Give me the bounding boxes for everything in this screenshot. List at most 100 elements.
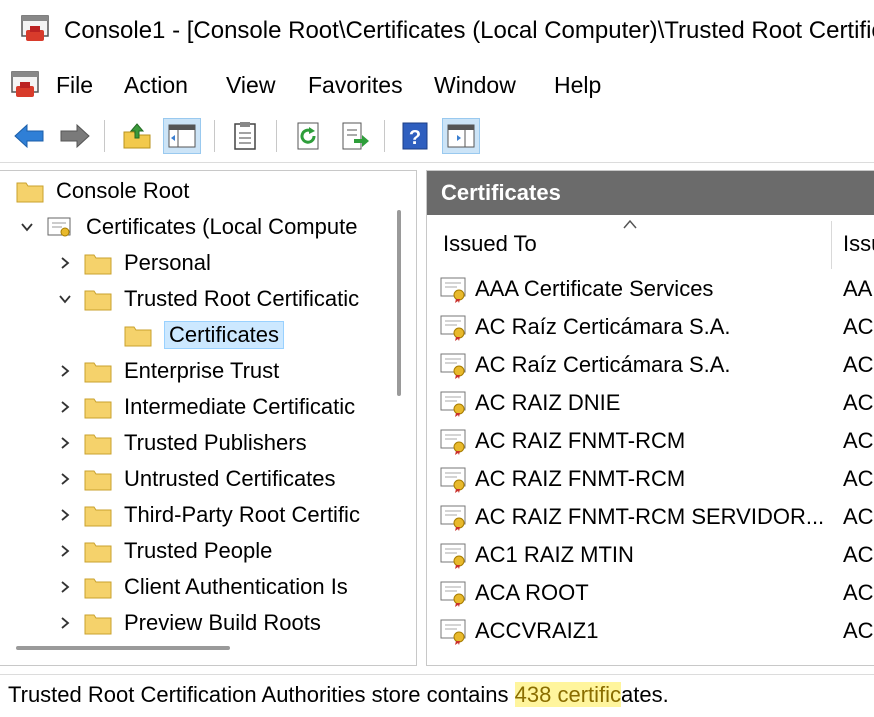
certificate-row[interactable]: AC RAIZ DNIE	[439, 385, 620, 421]
certificate-issued-by: AA	[843, 276, 873, 301]
chevron-right-icon[interactable]	[54, 504, 76, 526]
certificate-row[interactable]: AC RAIZ FNMT-RCM SERVIDOR...	[439, 499, 824, 535]
chevron-right-icon[interactable]	[54, 468, 76, 490]
toolbar: ?	[0, 110, 874, 163]
certificate-row[interactable]: AC RAIZ FNMT-RCM	[439, 423, 685, 459]
certificate-icon	[440, 429, 466, 455]
svg-text:?: ?	[409, 127, 421, 149]
menu-favorites[interactable]: Favorites	[304, 72, 407, 99]
certificate-issued-to: AC Raíz Certicámara S.A.	[475, 352, 731, 377]
folder-icon	[84, 362, 112, 383]
toolbar-separator	[104, 120, 105, 152]
tree-item-certificates-local-computer[interactable]: Certificates (Local Compute	[16, 210, 357, 244]
column-header-issued-to[interactable]: Issued To	[443, 231, 537, 257]
folder-icon	[84, 434, 112, 455]
tree-item-personal[interactable]: Personal	[54, 246, 211, 280]
tree-item-label: Intermediate Certificatic	[124, 394, 356, 419]
forward-button[interactable]	[56, 118, 94, 154]
forward-icon	[60, 123, 90, 149]
certificate-row[interactable]: AAA Certificate Services	[439, 271, 713, 307]
refresh-button[interactable]	[290, 118, 328, 154]
toolbar-separator	[214, 120, 215, 152]
certificate-issued-to: AC Raíz Certicámara S.A.	[475, 314, 731, 339]
menu-view[interactable]: View	[222, 72, 279, 99]
tree-item-untrusted[interactable]: Untrusted Certificates	[54, 462, 336, 496]
up-folder-icon	[123, 123, 151, 149]
export-list-icon	[342, 122, 369, 150]
tree-item-certificates[interactable]: Certificates	[124, 318, 285, 352]
tree-item-preview-build-roots[interactable]: Preview Build Roots	[54, 606, 321, 640]
tree-item-trusted-publishers[interactable]: Trusted Publishers	[54, 426, 307, 460]
column-divider[interactable]	[831, 221, 832, 269]
toolbar-separator	[276, 120, 277, 152]
chevron-down-icon[interactable]	[16, 216, 38, 238]
back-icon	[14, 123, 44, 149]
show-hide-tree-icon	[168, 124, 196, 148]
tree-item-third-party-root[interactable]: Third-Party Root Certific	[54, 498, 360, 532]
certificate-icon	[440, 543, 466, 569]
system-menu-icon[interactable]	[10, 70, 40, 100]
certificate-row[interactable]: AC RAIZ FNMT-RCM	[439, 461, 685, 497]
title-bar: Console1 - [Console Root\Certificates (L…	[0, 0, 874, 63]
properties-icon	[234, 122, 256, 150]
tree-horizontal-scrollbar[interactable]	[16, 646, 230, 650]
chevron-right-icon[interactable]	[54, 612, 76, 634]
certificate-issued-by: AC	[843, 504, 874, 529]
chevron-right-icon[interactable]	[54, 360, 76, 382]
help-button[interactable]: ?	[396, 118, 434, 154]
certificate-issued-to: AC RAIZ DNIE	[475, 390, 621, 415]
column-header-issued-by[interactable]: Issu	[843, 231, 874, 257]
folder-icon	[84, 290, 112, 311]
export-list-button[interactable]	[336, 118, 374, 154]
certificate-issued-to: AAA Certificate Services	[475, 276, 714, 301]
tree-item-label: Client Authentication Is	[124, 574, 348, 599]
back-button[interactable]	[10, 118, 48, 154]
tree-item-console-root[interactable]: Console Root	[16, 174, 189, 208]
menu-file[interactable]: File	[52, 72, 97, 99]
tree-item-intermediate[interactable]: Intermediate Certificatic	[54, 390, 355, 424]
chevron-right-icon[interactable]	[54, 396, 76, 418]
results-pane-header: Certificates	[427, 171, 874, 215]
certificate-row[interactable]: AC Raíz Certicámara S.A.	[439, 309, 731, 345]
menu-help[interactable]: Help	[550, 72, 605, 99]
certificate-issued-by: AC	[843, 618, 874, 643]
certificate-icon	[440, 581, 466, 607]
show-action-pane-button[interactable]	[442, 118, 480, 154]
certificate-issued-to: AC RAIZ FNMT-RCM SERVIDOR...	[475, 504, 825, 529]
tree-item-trusted-people[interactable]: Trusted People	[54, 534, 272, 568]
up-one-level-button[interactable]	[118, 118, 156, 154]
toolbar-separator	[384, 120, 385, 152]
certificate-row[interactable]: ACCVRAIZ1	[439, 613, 598, 649]
certificate-row[interactable]: ACA ROOT	[439, 575, 589, 611]
properties-button[interactable]	[226, 118, 264, 154]
tree-item-client-authentication[interactable]: Client Authentication Is	[54, 570, 348, 604]
chevron-down-icon[interactable]	[54, 288, 76, 310]
certificate-issued-by: AC	[843, 466, 874, 491]
folder-icon	[84, 542, 112, 563]
sort-ascending-icon	[623, 219, 637, 229]
mmc-console-icon	[21, 15, 49, 41]
folder-icon	[16, 182, 44, 203]
chevron-right-icon[interactable]	[54, 576, 76, 598]
chevron-right-icon[interactable]	[54, 252, 76, 274]
tree-item-trusted-root[interactable]: Trusted Root Certificatic	[54, 282, 359, 316]
help-icon: ?	[402, 122, 428, 150]
menu-window[interactable]: Window	[430, 72, 520, 99]
status-bar: Trusted Root Certification Authorities s…	[0, 674, 874, 717]
tree-item-enterprise-trust[interactable]: Enterprise Trust	[54, 354, 279, 388]
certificate-issued-to: AC1 RAIZ MTIN	[475, 542, 634, 567]
certificate-store-icon	[47, 217, 71, 237]
menu-action[interactable]: Action	[120, 72, 192, 99]
chevron-right-icon[interactable]	[54, 540, 76, 562]
certificate-row[interactable]: AC Raíz Certicámara S.A.	[439, 347, 731, 383]
menu-bar: File Action View Favorites Window Help	[0, 62, 874, 111]
results-pane-title: Certificates	[441, 180, 561, 205]
console-tree-pane: Console Root Certificates (Local Compute…	[0, 170, 417, 666]
chevron-right-icon[interactable]	[54, 432, 76, 454]
certificate-row[interactable]: AC1 RAIZ MTIN	[439, 537, 634, 573]
tree-vertical-scrollbar[interactable]	[397, 210, 401, 396]
certificate-issued-by: AC	[843, 542, 874, 567]
folder-icon	[84, 254, 112, 275]
tree-item-label: Trusted Root Certificatic	[124, 286, 360, 311]
show-hide-tree-button[interactable]	[163, 118, 201, 154]
